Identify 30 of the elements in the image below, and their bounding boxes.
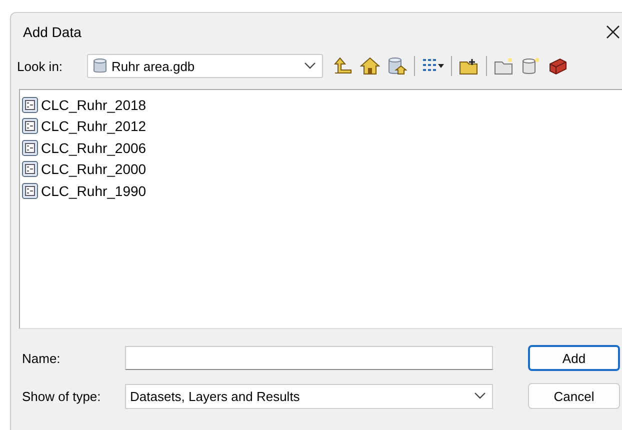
list-item[interactable]: CLC_Ruhr_2012 <box>22 116 620 137</box>
list-item[interactable]: CLC_Ruhr_2006 <box>22 137 620 158</box>
type-label: Show of type: <box>22 388 102 404</box>
toolbox-icon[interactable] <box>548 57 568 75</box>
database-home-icon[interactable] <box>386 57 407 75</box>
new-folder-icon[interactable] <box>494 57 514 75</box>
look-in-label: Look in: <box>17 58 63 74</box>
name-label: Name: <box>22 350 62 366</box>
up-level-icon[interactable] <box>332 57 353 75</box>
window-title: Add Data <box>23 24 82 40</box>
name-input[interactable] <box>125 346 493 370</box>
close-icon[interactable] <box>606 25 620 39</box>
folder-connect-icon[interactable] <box>458 57 479 75</box>
database-icon <box>92 58 107 74</box>
cancel-button[interactable]: Cancel <box>528 383 620 409</box>
table-icon <box>22 182 38 199</box>
table-icon <box>22 118 38 134</box>
home-icon[interactable] <box>360 57 380 75</box>
table-icon <box>22 161 38 178</box>
list-item[interactable]: CLC_Ruhr_2000 <box>22 158 620 180</box>
type-dropdown[interactable]: Datasets, Layers and Results <box>125 384 493 408</box>
list-item[interactable]: CLC_Ruhr_1990 <box>22 180 620 202</box>
table-icon <box>22 140 38 156</box>
list-item[interactable]: CLC_Ruhr_2018 <box>22 94 620 116</box>
table-icon <box>22 96 38 113</box>
look-in-dropdown[interactable]: Ruhr area.gdb <box>86 54 323 78</box>
new-database-icon[interactable] <box>520 57 541 75</box>
chevron-down-icon[interactable] <box>304 62 316 70</box>
chevron-down-icon[interactable] <box>474 392 486 400</box>
add-button[interactable]: Add <box>528 345 620 371</box>
